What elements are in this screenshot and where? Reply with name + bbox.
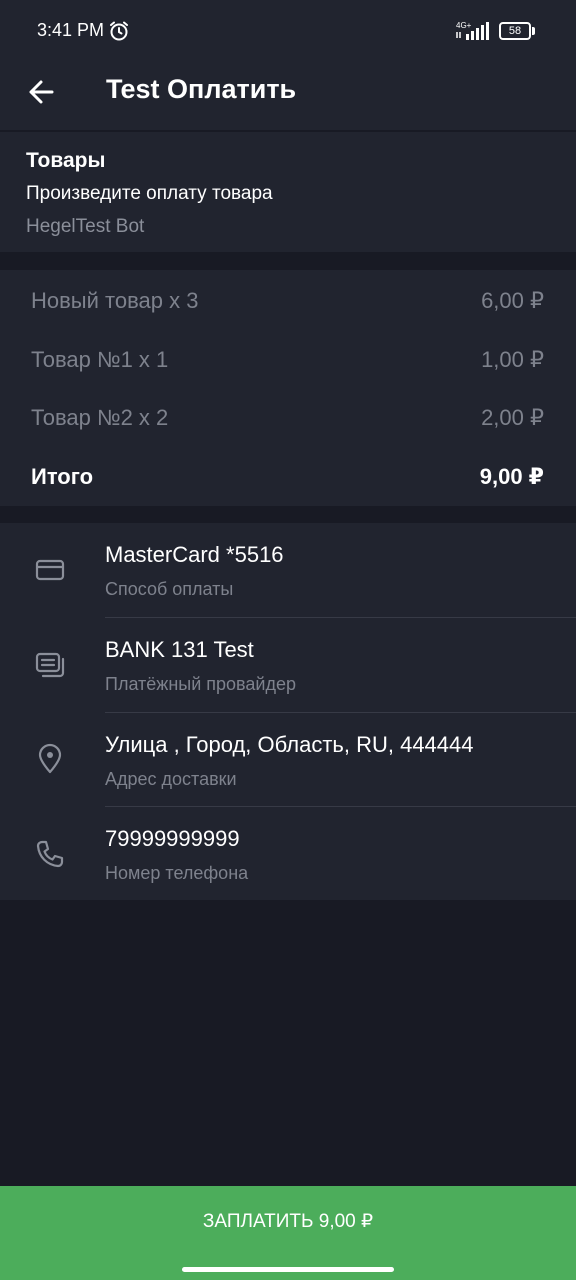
item-price: 6,00 ₽: [481, 288, 544, 313]
total-row: Итого 9,00 ₽: [0, 458, 576, 498]
payment-screen: 3:41 PM 4G+ 58 Test Оплатить Товары Прои…: [0, 0, 576, 1280]
item-name: Новый товар x 3: [31, 288, 199, 313]
item-name: Товар №2 x 2: [31, 405, 169, 430]
list-item: Новый товар x 3 6,00 ₽: [0, 282, 576, 322]
shipping-address-label: Адрес доставки: [105, 769, 237, 789]
page-title: Test Оплатить: [106, 74, 297, 104]
status-bar: 3:41 PM 4G+ 58: [0, 0, 576, 62]
phone-icon: [36, 840, 64, 868]
payment-provider-label: Платёжный провайдер: [105, 674, 297, 694]
pay-button[interactable]: ЗАПЛАТИТЬ 9,00 ₽: [0, 1186, 576, 1258]
shipping-address-row[interactable]: Улица , Город, Область, RU, 444444 Адрес…: [0, 713, 576, 807]
payment-method-value: MasterCard *5516: [105, 542, 284, 567]
item-price: 1,00 ₽: [481, 347, 544, 372]
invoice-header: Товары Произведите оплату товара HegelTe…: [0, 132, 576, 252]
invoice-title: Товары: [26, 149, 106, 172]
invoice-description: Произведите оплату товара: [26, 183, 273, 204]
provider-icon: [35, 652, 65, 678]
payment-method-row[interactable]: MasterCard *5516 Способ оплаты: [0, 523, 576, 617]
payment-provider-row[interactable]: BANK 131 Test Платёжный провайдер: [0, 618, 576, 712]
phone-number-value: 79999999999: [105, 826, 240, 851]
battery-icon: 58: [499, 22, 535, 40]
item-price: 2,00 ₽: [481, 405, 544, 430]
battery-level: 58: [499, 22, 531, 40]
phone-number-label: Номер телефона: [105, 863, 249, 883]
item-name: Товар №1 x 1: [31, 347, 169, 372]
signal-icon: 4G+: [456, 21, 489, 40]
location-pin-icon: [38, 743, 62, 774]
bot-name: HegelTest Bot: [26, 216, 145, 237]
network-type: 4G+: [456, 21, 472, 30]
alarm-icon: [110, 21, 128, 41]
items-list: Новый товар x 3 6,00 ₽ Товар №1 x 1 1,00…: [0, 270, 576, 506]
app-bar: Test Оплатить: [0, 62, 576, 130]
total-label: Итого: [31, 464, 94, 489]
shipping-address-value: Улица , Город, Область, RU, 444444: [105, 732, 474, 757]
list-item: Товар №1 x 1 1,00 ₽: [0, 341, 576, 381]
home-indicator[interactable]: [182, 1267, 394, 1272]
phone-number-row[interactable]: 79999999999 Номер телефона: [0, 807, 576, 901]
payment-method-label: Способ оплаты: [105, 579, 234, 599]
payment-provider-value: BANK 131 Test: [105, 637, 254, 662]
total-price: 9,00 ₽: [479, 464, 544, 489]
credit-card-icon: [35, 559, 65, 581]
battery-tip: [532, 27, 535, 35]
arrow-left-icon[interactable]: [22, 72, 62, 112]
payment-details: MasterCard *5516 Способ оплаты BANK 131 …: [0, 523, 576, 900]
status-time: 3:41 PM: [37, 20, 105, 40]
list-item: Товар №2 x 2 2,00 ₽: [0, 399, 576, 439]
